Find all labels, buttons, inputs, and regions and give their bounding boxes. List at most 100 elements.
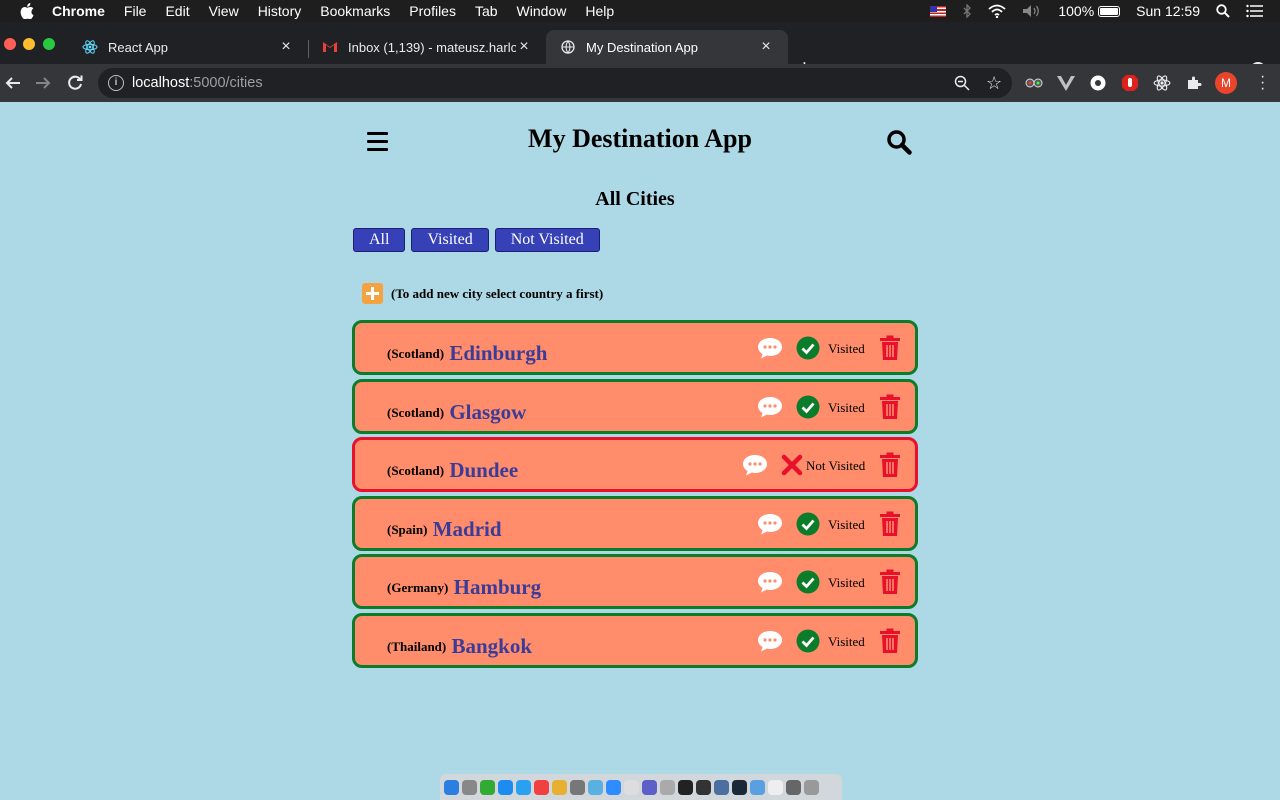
reload-icon[interactable]: [66, 74, 84, 92]
spotlight-search-icon[interactable]: [1216, 4, 1230, 18]
trash-bin-icon[interactable]: [804, 779, 819, 795]
trash-icon[interactable]: [879, 335, 901, 361]
window-minimize-button[interactable]: [23, 38, 35, 50]
address-bar[interactable]: i localhost:5000/cities ☆: [98, 68, 1012, 98]
comment-bubble-icon[interactable]: [757, 336, 783, 360]
document-icon[interactable]: [768, 779, 783, 795]
site-info-icon[interactable]: i: [108, 75, 124, 91]
address-url[interactable]: localhost:5000/cities: [132, 75, 263, 91]
terminal-icon[interactable]: [678, 779, 693, 795]
extension-owl-icon[interactable]: [1025, 74, 1043, 92]
city-name[interactable]: Hamburg: [454, 575, 542, 599]
calendar-icon[interactable]: [534, 779, 549, 795]
menu-app-name[interactable]: Chrome: [52, 3, 105, 19]
app-store-icon[interactable]: [498, 779, 513, 795]
system-app-icon[interactable]: [714, 779, 729, 795]
menu-profiles[interactable]: Profiles: [409, 3, 456, 19]
menu-tab[interactable]: Tab: [475, 3, 498, 19]
finder-icon[interactable]: [444, 779, 459, 795]
city-card[interactable]: (Scotland) Glasgow Visited: [352, 378, 918, 434]
trash-icon[interactable]: [879, 452, 901, 478]
comment-bubble-icon[interactable]: [742, 453, 768, 477]
city-card[interactable]: (Scotland) Edinburgh Visited: [352, 320, 918, 375]
battery-icon[interactable]: [1098, 5, 1121, 17]
tab-my-destination-app[interactable]: My Destination App ×: [546, 30, 788, 64]
vscode-icon[interactable]: [588, 779, 603, 795]
tab-react-app[interactable]: React App ×: [68, 30, 308, 64]
extensions-puzzle-icon[interactable]: [1185, 74, 1203, 92]
trash-icon[interactable]: [879, 394, 901, 420]
extension-circle-icon[interactable]: [1089, 74, 1107, 92]
misc-app-icon[interactable]: [660, 779, 675, 795]
visited-check-icon[interactable]: [796, 629, 820, 653]
visited-check-icon[interactable]: [796, 395, 820, 419]
search-icon[interactable]: [886, 129, 912, 155]
filter-not-visited-button[interactable]: Not Visited: [494, 228, 600, 252]
volume-icon[interactable]: [1022, 4, 1042, 18]
activity-monitor-icon[interactable]: [696, 779, 711, 795]
visited-check-icon[interactable]: [796, 570, 820, 594]
bookmark-star-icon[interactable]: ☆: [986, 73, 1002, 94]
hamburger-menu-icon[interactable]: [367, 132, 388, 151]
safari-icon[interactable]: [516, 779, 531, 795]
trash-icon[interactable]: [879, 569, 901, 595]
zoom-icon[interactable]: [606, 779, 621, 795]
menu-help[interactable]: Help: [585, 3, 614, 19]
filter-all-button[interactable]: All: [353, 228, 406, 252]
extension-adblock-icon[interactable]: [1121, 74, 1139, 92]
bluetooth-icon[interactable]: [962, 4, 972, 18]
control-center-icon[interactable]: [1246, 4, 1264, 18]
preview-icon[interactable]: [570, 779, 585, 795]
menu-view[interactable]: View: [209, 3, 239, 19]
trash-icon[interactable]: [879, 511, 901, 537]
visited-check-icon[interactable]: [796, 336, 820, 360]
menu-file[interactable]: File: [124, 3, 147, 19]
trash-icon[interactable]: [879, 628, 901, 654]
apple-logo-icon[interactable]: [20, 3, 34, 19]
city-name[interactable]: Glasgow: [449, 400, 526, 424]
filter-visited-button[interactable]: Visited: [411, 228, 489, 252]
menu-history[interactable]: History: [258, 3, 302, 19]
city-card[interactable]: (Spain) Madrid Visited: [352, 495, 918, 551]
city-name[interactable]: Madrid: [433, 517, 502, 541]
menu-window[interactable]: Window: [517, 3, 567, 19]
comment-bubble-icon[interactable]: [757, 570, 783, 594]
extension-react-devtools-icon[interactable]: [1153, 74, 1171, 92]
screenshot-icon[interactable]: [786, 779, 801, 795]
menubar-clock[interactable]: Sun 12:59: [1136, 3, 1200, 19]
window-close-button[interactable]: [4, 38, 16, 50]
downloads-folder-icon[interactable]: [750, 779, 765, 795]
city-name[interactable]: Dundee: [449, 458, 518, 482]
wifi-icon[interactable]: [988, 4, 1006, 18]
comment-bubble-icon[interactable]: [757, 395, 783, 419]
app-store-grid-icon[interactable]: [480, 779, 495, 795]
not-visited-x-icon[interactable]: [780, 453, 804, 477]
tab-close-icon[interactable]: ×: [278, 38, 294, 55]
forward-arrow-icon[interactable]: [34, 74, 52, 92]
steam-icon[interactable]: [732, 779, 747, 795]
extension-vue-icon[interactable]: [1057, 74, 1075, 92]
city-card[interactable]: (Scotland) Dundee Not Visited: [352, 437, 918, 492]
profile-avatar[interactable]: M: [1215, 72, 1237, 94]
menu-bookmarks[interactable]: Bookmarks: [320, 3, 390, 19]
us-flag-icon[interactable]: [930, 5, 947, 17]
zoom-out-icon[interactable]: [954, 75, 970, 91]
add-city-plus-icon[interactable]: [362, 283, 383, 304]
window-zoom-button[interactable]: [43, 38, 55, 50]
city-card[interactable]: (Germany) Hamburg Visited: [352, 554, 918, 609]
menu-edit[interactable]: Edit: [165, 3, 189, 19]
launchpad-icon[interactable]: [462, 779, 477, 795]
tab-close-icon[interactable]: ×: [516, 38, 532, 55]
back-arrow-icon[interactable]: [4, 74, 22, 92]
city-name[interactable]: Edinburgh: [449, 341, 547, 365]
city-card[interactable]: (Thailand) Bangkok Visited: [352, 612, 918, 668]
tab-close-icon[interactable]: ×: [758, 38, 774, 55]
comment-bubble-icon[interactable]: [757, 512, 783, 536]
chrome-icon[interactable]: [552, 779, 567, 795]
comment-bubble-icon[interactable]: [757, 629, 783, 653]
teams-icon[interactable]: [642, 779, 657, 795]
city-name[interactable]: Bangkok: [452, 634, 533, 658]
chrome-menu-icon[interactable]: · · ·: [1260, 69, 1265, 97]
visited-check-icon[interactable]: [796, 512, 820, 536]
chrome-canary-icon[interactable]: [624, 779, 639, 795]
